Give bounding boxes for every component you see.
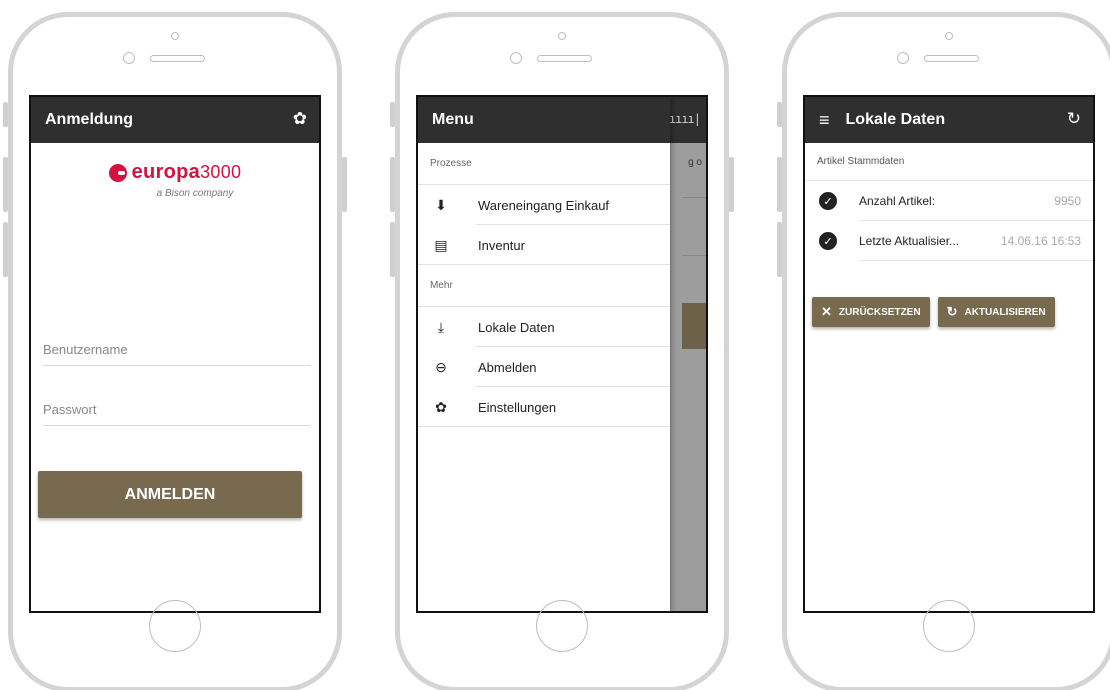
phone-login: Anmeldung ✿ europa 3000 a Bison company B… xyxy=(3,12,347,690)
reset-button-label: ZURÜCKSETZEN xyxy=(838,306,921,318)
logo-text: europa xyxy=(131,161,201,183)
phone-side-button xyxy=(729,157,734,212)
phone-camera xyxy=(171,32,179,40)
background-text: g o xyxy=(688,157,702,168)
row-label: Letzte Aktualisier... xyxy=(859,234,960,248)
update-button-label: AKTUALISIEREN xyxy=(964,306,1046,318)
username-field[interactable]: Benutzername xyxy=(43,342,311,366)
phone-side-button xyxy=(3,157,8,212)
phone-side-button xyxy=(3,102,8,127)
phone-speaker xyxy=(537,55,592,62)
login-screen: Anmeldung ✿ europa 3000 a Bison company B… xyxy=(29,95,321,613)
logo-number: 3000 xyxy=(200,162,242,182)
phone-sensor xyxy=(897,52,909,64)
gear-icon[interactable]: ✿ xyxy=(293,109,307,129)
section-header: Artikel Stammdaten xyxy=(805,143,1093,181)
drawer-header: Menu xyxy=(418,97,670,143)
phone-camera xyxy=(945,32,953,40)
phone-side-button xyxy=(390,102,395,127)
section-header: Prozesse xyxy=(418,143,670,185)
phone-side-button xyxy=(777,102,782,127)
archive-down-icon: ⬇ xyxy=(435,196,447,213)
refresh-icon[interactable]: ↻ xyxy=(1067,109,1081,129)
section-header: Mehr xyxy=(418,265,670,307)
menu-item-label: Inventur xyxy=(478,237,525,253)
row-value: 9950 xyxy=(1054,194,1081,208)
local-data-screen: ≡ Lokale Daten ↻ Artikel Stammdaten ✓ An… xyxy=(803,95,1095,613)
list-item: ✓ Anzahl Artikel: 9950 xyxy=(805,181,1093,221)
action-buttons: ✕ ZURÜCKSETZEN ↻ AKTUALISIEREN xyxy=(812,297,1093,327)
phone-side-button xyxy=(342,157,347,212)
list-item: ✓ Letzte Aktualisier... 14.06.16 16:53 xyxy=(805,221,1093,261)
home-button xyxy=(923,600,975,652)
password-field[interactable]: Passwort xyxy=(43,402,311,426)
menu-icon[interactable]: ≡ xyxy=(819,110,830,131)
download-icon: ⤓ xyxy=(437,318,445,335)
row-value: 14.06.16 16:53 xyxy=(1000,234,1081,248)
phone-menu: |ıııı| g o Menu Prozesse ⬇ Wareneingang … xyxy=(390,12,734,690)
menu-item-abmelden[interactable]: ⊖ Abmelden xyxy=(418,347,670,387)
menu-item-label: Lokale Daten xyxy=(478,319,555,335)
logout-icon: ⊖ xyxy=(435,358,447,375)
reset-button[interactable]: ✕ ZURÜCKSETZEN xyxy=(812,297,930,327)
phone-speaker xyxy=(150,55,205,62)
menu-item-label: Wareneingang Einkauf xyxy=(478,197,610,213)
home-button xyxy=(536,600,588,652)
menu-item-einstellungen[interactable]: ✿ Einstellungen xyxy=(418,387,670,427)
phone-side-button xyxy=(777,222,782,277)
gear-icon: ✿ xyxy=(435,398,447,415)
company-logo: europa 3000 a Bison company xyxy=(31,161,319,199)
phone-camera xyxy=(558,32,566,40)
phone-speaker xyxy=(924,55,979,62)
logo-mark xyxy=(108,163,127,182)
check-circle-icon: ✓ xyxy=(819,232,837,250)
close-icon: ✕ xyxy=(821,304,832,319)
drawer-title: Menu xyxy=(432,111,474,128)
phone-side-button xyxy=(3,222,8,277)
phone-sensor xyxy=(123,52,135,64)
update-button[interactable]: ↻ AKTUALISIEREN xyxy=(937,297,1055,327)
menu-screen: |ıııı| g o Menu Prozesse ⬇ Wareneingang … xyxy=(416,95,708,613)
app-bar: ≡ Lokale Daten ↻ xyxy=(805,97,1093,143)
phone-side-button xyxy=(777,157,782,212)
phone-local-data: ≡ Lokale Daten ↻ Artikel Stammdaten ✓ An… xyxy=(777,12,1110,690)
menu-item-wareneingang[interactable]: ⬇ Wareneingang Einkauf xyxy=(418,185,670,225)
phone-side-button xyxy=(390,222,395,277)
phone-sensor xyxy=(510,52,522,64)
home-button xyxy=(149,600,201,652)
phone-side-button xyxy=(390,157,395,212)
row-label: Anzahl Artikel: xyxy=(859,194,936,208)
menu-item-label: Abmelden xyxy=(478,359,537,375)
login-button[interactable]: ANMELDEN xyxy=(38,471,302,518)
menu-item-inventur[interactable]: ▤ Inventur xyxy=(418,225,670,265)
page-title: Anmeldung xyxy=(45,111,133,128)
menu-item-label: Einstellungen xyxy=(478,399,557,415)
refresh-icon: ↻ xyxy=(946,304,958,319)
menu-item-lokale-daten[interactable]: ⤓ Lokale Daten xyxy=(418,307,670,347)
inbox-tray-icon: ▤ xyxy=(434,236,448,253)
background-button xyxy=(682,303,706,349)
check-circle-icon: ✓ xyxy=(819,192,837,210)
page-title: Lokale Daten xyxy=(845,111,946,128)
navigation-drawer: Menu Prozesse ⬇ Wareneingang Einkauf ▤ I… xyxy=(418,97,670,611)
app-bar: Anmeldung ✿ xyxy=(31,97,319,143)
logo-tagline: a Bison company xyxy=(156,187,234,199)
